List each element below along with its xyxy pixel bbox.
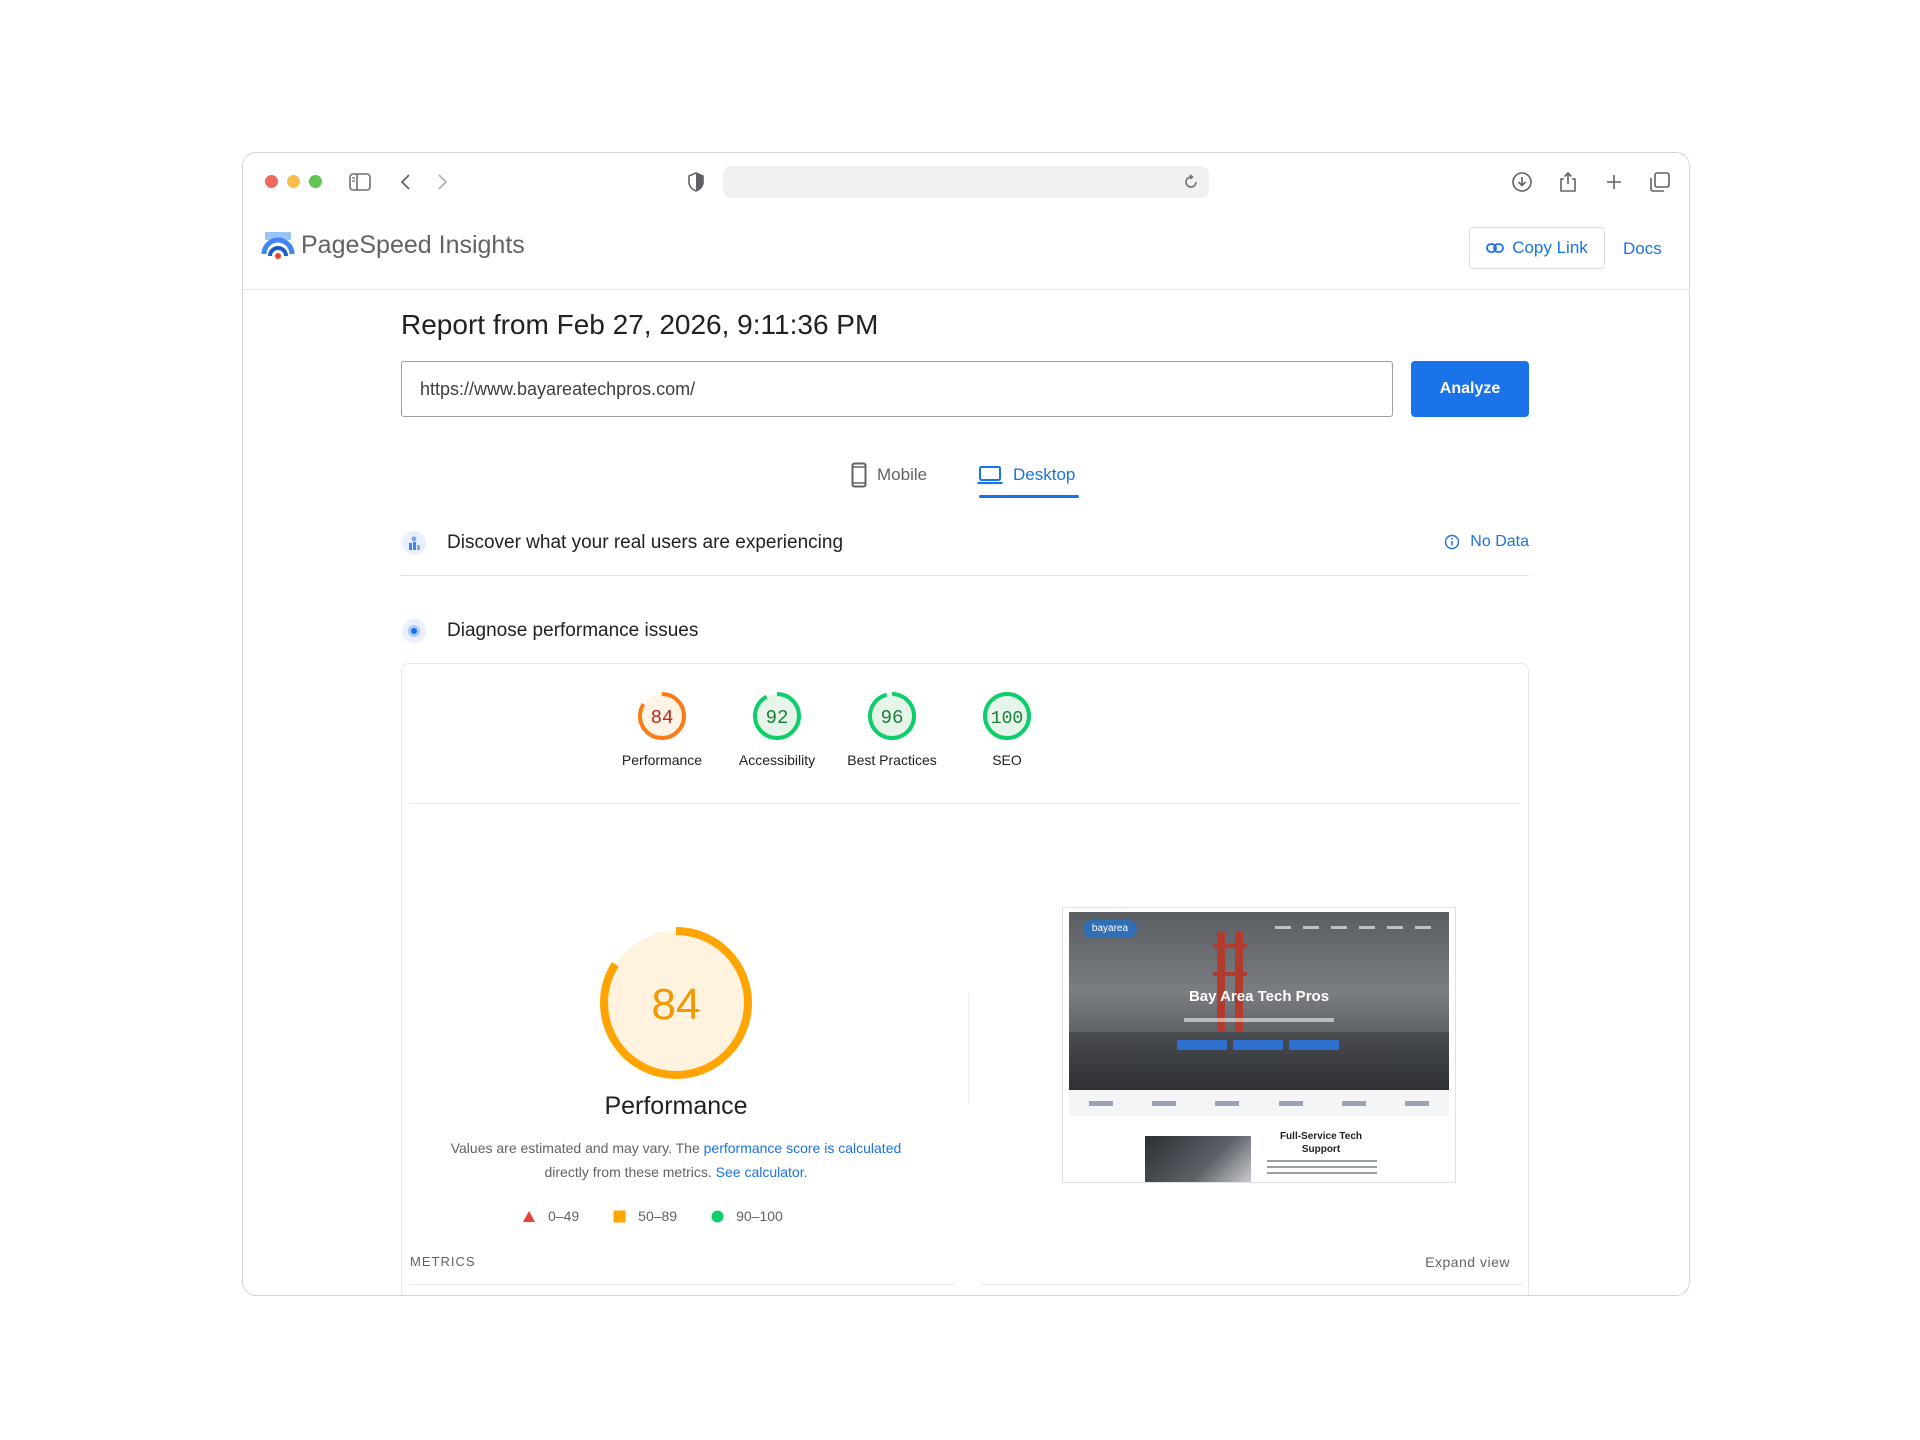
laptop-icon <box>977 466 1003 485</box>
psi-header: PageSpeed Insights Copy Link Docs <box>243 211 1689 290</box>
diagnose-section: Diagnose performance issues <box>401 611 1529 651</box>
performance-heading: Performance <box>604 1092 748 1120</box>
thumbnail-laptop-image <box>1145 1136 1251 1182</box>
diagnose-heading: Diagnose performance issues <box>447 620 699 641</box>
tab-desktop[interactable]: Desktop <box>977 455 1075 495</box>
score-gauge-value: 96 <box>881 707 904 729</box>
tab-mobile-label: Mobile <box>877 465 928 484</box>
report-title: Report from Feb 27, 2026, 9:11:36 PM <box>401 309 879 340</box>
minimize-window-button[interactable] <box>287 175 300 188</box>
report-card: 84 Performance 92 Accessibility 96 Best Pract… <box>401 663 1529 1295</box>
shield-icon[interactable] <box>683 169 709 195</box>
tab-desktop-label: Desktop <box>1013 465 1076 484</box>
score-gauge-value: 92 <box>766 707 789 729</box>
legend-item-fail: 0–49 <box>522 1208 579 1224</box>
plus-icon[interactable] <box>1601 169 1627 195</box>
tabs-icon[interactable] <box>1647 169 1673 195</box>
thumbnail-partner-logos <box>1069 1090 1449 1116</box>
address-bar[interactable] <box>723 166 1209 198</box>
triangle-icon <box>523 1210 535 1222</box>
active-tab-indicator <box>979 495 1079 498</box>
column-divider <box>968 994 969 1104</box>
copy-link-button[interactable]: Copy Link <box>1469 227 1605 269</box>
browser-toolbar <box>243 153 1689 211</box>
legend-item-pass: 90–100 <box>711 1208 783 1224</box>
page-screenshot-thumbnail[interactable]: bayarea Bay Area Tech Pros Full-Service … <box>1062 907 1456 1183</box>
tab-mobile[interactable]: Mobile <box>851 455 927 495</box>
circle-icon <box>711 1210 724 1222</box>
download-icon[interactable] <box>1509 169 1535 195</box>
card-divider <box>410 803 1520 804</box>
score-legend: 0–49 50–89 90–100 <box>522 1208 783 1224</box>
docs-link[interactable]: Docs <box>1623 239 1662 259</box>
info-icon <box>1445 534 1460 550</box>
thumbnail-hero: bayarea Bay Area Tech Pros <box>1069 912 1449 1090</box>
legend-pass-range: 90–100 <box>736 1208 783 1224</box>
pagespeed-logo-icon[interactable] <box>261 229 295 263</box>
link-icon <box>1486 243 1505 253</box>
close-window-button[interactable] <box>265 175 278 188</box>
app-title: PageSpeed Insights <box>301 231 525 259</box>
performance-score-link[interactable]: performance score is calculated <box>704 1140 902 1156</box>
metrics-label: METRICS <box>410 1254 476 1269</box>
reload-icon[interactable] <box>1179 170 1203 194</box>
real-users-heading: Discover what your real users are experi… <box>447 532 844 553</box>
analyze-button[interactable]: Analyze <box>1411 361 1529 417</box>
browser-window: PageSpeed Insights Copy Link Docs Report… <box>242 152 1690 1296</box>
performance-big-gauge: 84 <box>594 921 758 1090</box>
metrics-divider-right <box>982 1284 1522 1285</box>
thumbnail-logo: bayarea <box>1083 920 1137 938</box>
see-calculator-link[interactable]: See calculator. <box>716 1164 808 1180</box>
thumbnail-section-heading: Full-Service Tech Support <box>1279 1131 1363 1155</box>
diagnose-icon <box>402 619 426 643</box>
thumbnail-hero-title: Bay Area Tech Pros <box>1188 988 1330 1005</box>
score-gauge-value: 100 <box>991 709 1023 729</box>
real-users-section: Discover what your real users are experi… <box>401 523 1529 563</box>
expand-view-button[interactable]: Expand view <box>1425 1254 1510 1270</box>
performance-description: Values are estimated and may vary. The p… <box>442 1136 910 1184</box>
forward-icon[interactable] <box>429 169 455 195</box>
metrics-divider-left <box>410 1284 954 1285</box>
legend-average-range: 50–89 <box>638 1208 678 1224</box>
score-gauge-seo[interactable]: 100 SEO <box>937 690 1077 768</box>
perf-desc-text-1: Values are estimated and may vary. The <box>450 1140 704 1156</box>
square-icon <box>613 1210 626 1222</box>
url-input[interactable] <box>401 361 1393 417</box>
zoom-window-button[interactable] <box>309 175 322 188</box>
back-icon[interactable] <box>393 169 419 195</box>
sidebar-icon[interactable] <box>347 169 373 195</box>
no-data-link[interactable]: No Data <box>1444 533 1529 551</box>
mobile-phone-icon <box>851 462 867 488</box>
copy-link-label: Copy Link <box>1512 238 1588 257</box>
share-icon[interactable] <box>1555 169 1581 195</box>
score-gauge-value: 84 <box>651 707 674 729</box>
score-gauge-label: SEO <box>992 752 1022 768</box>
section-divider <box>401 575 1529 576</box>
perf-desc-text-2: directly from these metrics. <box>544 1164 716 1180</box>
performance-score-value: 84 <box>652 980 701 1029</box>
legend-fail-range: 0–49 <box>548 1208 580 1224</box>
no-data-label: No Data <box>1470 533 1529 550</box>
legend-item-average: 50–89 <box>613 1208 677 1224</box>
crux-users-icon <box>402 531 426 555</box>
